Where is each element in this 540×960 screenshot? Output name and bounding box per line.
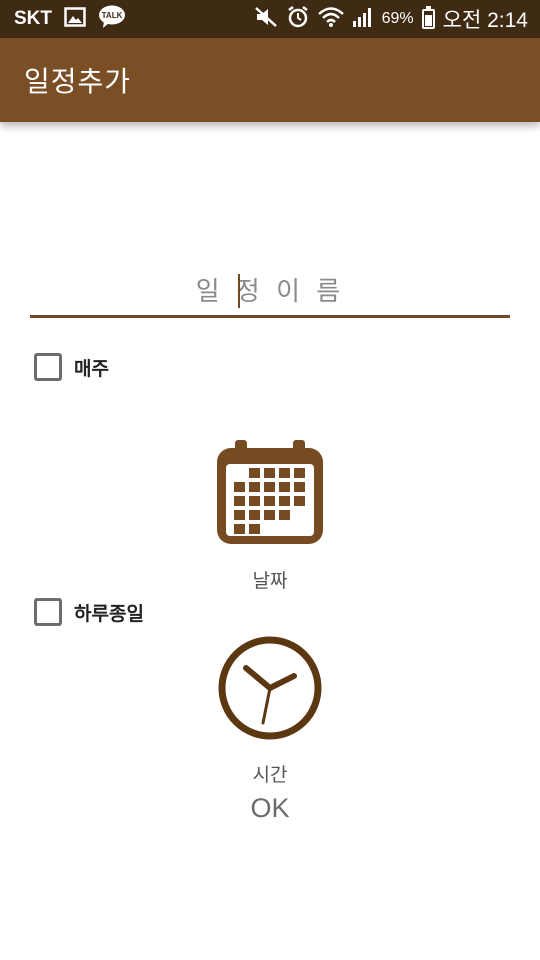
battery-level-fill — [424, 14, 432, 26]
status-bar: SKT TALK 69% 오전 2:14 — [0, 0, 540, 38]
carrier-name: SKT — [14, 8, 52, 29]
battery-percent: 69% — [381, 10, 414, 27]
weekly-label: 매주 — [74, 357, 109, 380]
kakaotalk-icon: TALK — [98, 5, 126, 34]
date-picker: 날짜 — [0, 440, 540, 593]
battery-icon — [421, 6, 435, 29]
wifi-icon — [317, 6, 344, 33]
mute-icon — [254, 6, 278, 33]
calendar-icon[interactable] — [217, 440, 323, 548]
allday-checkbox-row[interactable]: 하루종일 — [34, 598, 144, 626]
signal-icon — [352, 7, 374, 32]
weekly-checkbox-row[interactable]: 매주 — [34, 353, 109, 381]
clock-icon[interactable] — [216, 634, 324, 746]
allday-checkbox[interactable] — [34, 598, 62, 626]
status-clock: 오전 2:14 — [442, 9, 528, 32]
schedule-name-field[interactable] — [30, 268, 510, 318]
time-picker: 시간 — [0, 634, 540, 787]
page-title: 일정추가 — [24, 65, 132, 98]
ok-button[interactable]: OK — [210, 786, 330, 830]
date-label: 날짜 — [252, 570, 288, 592]
text-cursor — [238, 274, 240, 308]
time-label: 시간 — [252, 764, 288, 786]
allday-label: 하루종일 — [74, 602, 144, 625]
gallery-icon — [64, 6, 86, 32]
kakaotalk-badge-text: TALK — [102, 11, 123, 20]
app-bar: 일정추가 — [0, 38, 540, 122]
weekly-checkbox[interactable] — [34, 353, 62, 381]
schedule-name-input[interactable] — [30, 268, 510, 315]
alarm-icon — [286, 5, 310, 34]
